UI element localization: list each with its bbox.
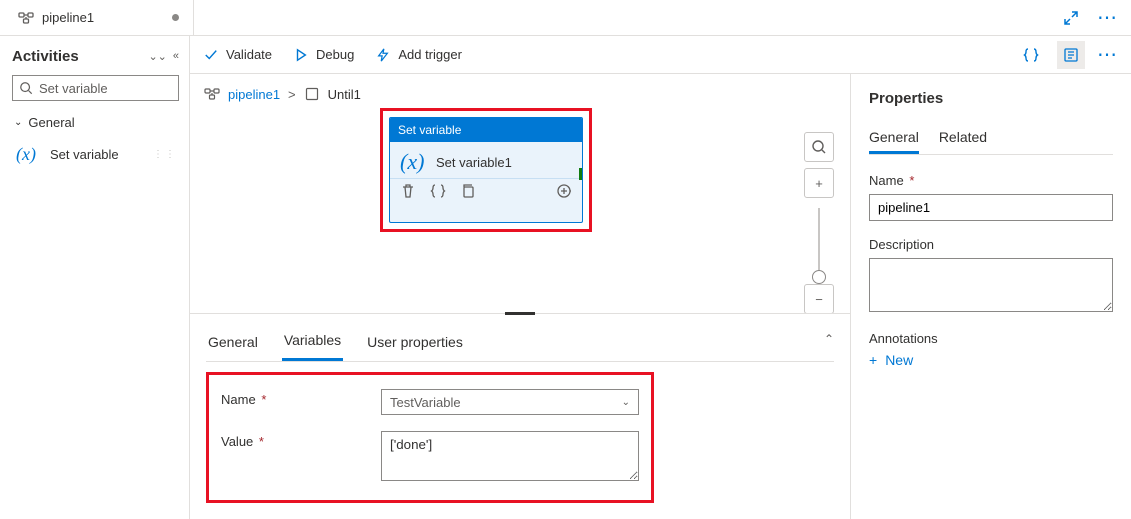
variable-name-label: Name * [221, 389, 381, 407]
breadcrumb-root[interactable]: pipeline1 [228, 87, 280, 102]
minus-icon: − [815, 292, 823, 307]
props-tab-related[interactable]: Related [939, 123, 987, 154]
config-tab-variables[interactable]: Variables [282, 322, 343, 361]
chevron-down-icon: ⌄ [622, 397, 630, 408]
variable-value-input[interactable] [381, 431, 639, 481]
debug-button[interactable]: Debug [294, 47, 354, 62]
activities-search[interactable]: Set variable [12, 75, 179, 101]
toolbar-more-icon[interactable]: ⋯ [1097, 45, 1117, 65]
prop-desc-label: Description [869, 237, 1113, 252]
prop-name-label: Name * [869, 173, 1113, 188]
collapse-panel-icon[interactable]: « [173, 50, 179, 63]
tab-more-icon[interactable]: ⋯ [1097, 8, 1117, 28]
breadcrumb-sep: > [288, 87, 296, 102]
add-output-icon[interactable] [556, 183, 572, 199]
search-icon [19, 81, 33, 95]
zoom-thumb[interactable] [812, 270, 826, 284]
config-panel: General Variables User properties ⌃ Name… [190, 313, 850, 519]
braces-icon [1023, 47, 1039, 63]
pipeline-toolbar: Validate Debug Add trigger [190, 36, 1131, 74]
highlight-activity: Set variable x Set variable1 [380, 108, 592, 232]
zoom-out-button[interactable]: − [804, 284, 834, 314]
validate-button[interactable]: Validate [204, 47, 272, 62]
config-tab-general[interactable]: General [206, 324, 260, 360]
properties-panel: Properties General Related Name * Descri… [850, 74, 1131, 519]
copy-icon[interactable] [460, 183, 476, 199]
variable-name-select[interactable]: TestVariable ⌄ [381, 389, 639, 415]
category-general[interactable]: ⌄ General [12, 111, 179, 134]
editor-tabbar: pipeline1 ⋯ [0, 0, 1131, 36]
activity-name: Set variable1 [436, 155, 512, 170]
activity-item-label: Set variable [50, 147, 119, 162]
delete-icon[interactable] [400, 183, 416, 199]
activity-type-label: Set variable [390, 118, 582, 142]
config-tab-user-properties[interactable]: User properties [365, 324, 465, 360]
add-annotation-button[interactable]: + New [869, 352, 1113, 368]
variable-value-label: Value * [221, 431, 381, 449]
properties-toggle-button[interactable] [1057, 41, 1085, 69]
until-icon [304, 86, 320, 102]
panel-collapse-icon[interactable]: ⌃ [824, 332, 834, 346]
plus-icon: + [869, 352, 877, 368]
breadcrumb-child: Until1 [328, 87, 361, 102]
unsaved-dot-icon [172, 14, 179, 21]
variable-icon: x [16, 144, 42, 164]
drag-handle-icon[interactable]: ⋮⋮ [153, 149, 177, 160]
play-icon [294, 48, 308, 62]
expand-icon[interactable] [1063, 10, 1079, 26]
prop-name-input[interactable] [869, 194, 1113, 221]
zoom-controls: + − [804, 132, 834, 320]
highlight-form: Name * TestVariable ⌄ Value * [206, 372, 654, 503]
activities-search-text: Set variable [39, 81, 172, 96]
activities-sidebar: Activities ⌄⌄ « Set variable ⌄ General x… [0, 36, 190, 519]
prop-desc-input[interactable] [869, 258, 1113, 312]
category-label: General [28, 115, 74, 130]
code-view-button[interactable] [1017, 41, 1045, 69]
collapse-all-icon[interactable]: ⌄⌄ [148, 50, 166, 63]
zoom-fit-button[interactable] [804, 132, 834, 162]
prop-annotations-label: Annotations [869, 331, 1113, 346]
add-trigger-button[interactable]: Add trigger [376, 47, 462, 62]
properties-heading: Properties [869, 90, 1113, 107]
editor-tab-title: pipeline1 [42, 10, 94, 25]
check-icon [204, 48, 218, 62]
activities-heading: Activities [12, 48, 79, 65]
panel-grip[interactable] [505, 312, 535, 315]
zoom-in-button[interactable]: + [804, 168, 834, 198]
props-tab-general[interactable]: General [869, 123, 919, 154]
activity-card[interactable]: Set variable x Set variable1 [389, 117, 583, 223]
activity-item-set-variable[interactable]: x Set variable ⋮⋮ [12, 138, 179, 170]
success-connector[interactable] [579, 168, 583, 180]
pipeline-icon [204, 86, 220, 102]
zoom-track[interactable] [818, 208, 820, 280]
properties-icon [1063, 47, 1079, 63]
braces-icon[interactable] [430, 183, 446, 199]
variable-icon: x [400, 152, 426, 172]
editor-tab-pipeline[interactable]: pipeline1 [4, 0, 194, 36]
magnifier-icon [811, 139, 827, 155]
canvas-body[interactable]: Set variable x Set variable1 [190, 108, 850, 313]
pipeline-icon [18, 10, 34, 26]
plus-icon: + [815, 176, 823, 191]
chevron-down-icon: ⌄ [14, 117, 22, 128]
canvas-breadcrumb: pipeline1 > Until1 [190, 74, 850, 108]
lightning-icon [376, 48, 390, 62]
